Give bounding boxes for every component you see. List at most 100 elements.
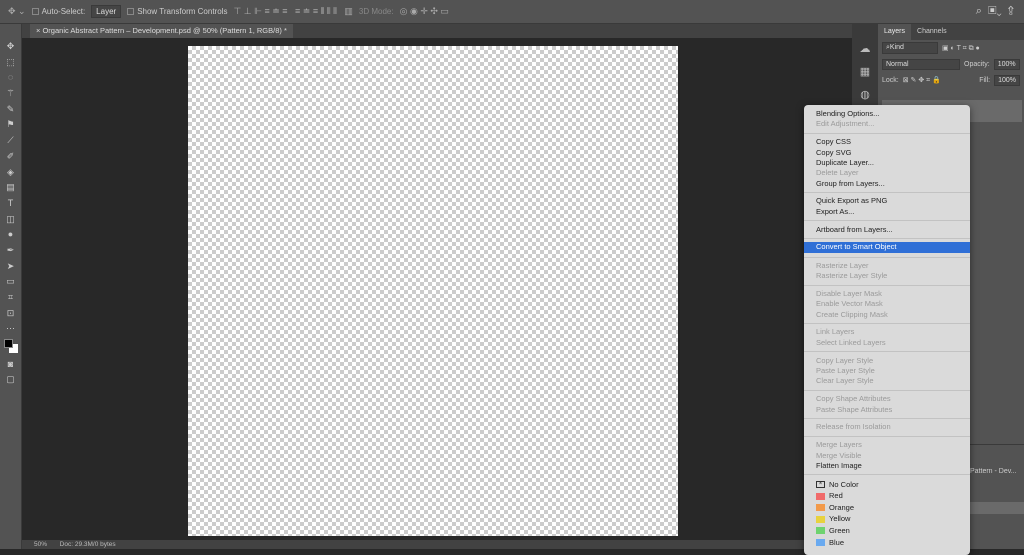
menu-item-copy-css[interactable]: Copy CSS (804, 137, 970, 147)
crop-icon[interactable]: ⌗ (8, 291, 13, 303)
menu-item-enable-vector-mask: Enable Vector Mask (816, 299, 883, 309)
magic-wand-icon[interactable]: ⚚ (6, 87, 14, 99)
menu-item-export-as[interactable]: Export As... (804, 207, 970, 217)
document-tab[interactable]: × Organic Abstract Pattern – Development… (30, 24, 293, 38)
menu-item-clear-layer-style: Clear Layer Style (816, 376, 874, 386)
share-icon[interactable]: ⇪ (1008, 5, 1014, 17)
type-icon[interactable]: T (8, 197, 14, 209)
show-transform-checkbox[interactable]: Show Transform Controls (127, 7, 227, 16)
menu-item-merge-visible: Merge Visible (816, 450, 862, 460)
shape-icon[interactable]: ▭ (6, 275, 15, 287)
transform-label: Show Transform Controls (137, 7, 228, 16)
fill-field[interactable]: 100% (994, 74, 1020, 86)
swatches-icon[interactable]: ▦ (860, 65, 870, 78)
menu-color-green[interactable]: Green (804, 525, 970, 537)
menu-separator (804, 390, 970, 391)
path-select-icon[interactable]: ➤ (7, 260, 15, 272)
menu-separator (804, 474, 970, 476)
bucket-icon[interactable]: ◈ (7, 166, 14, 178)
screen-mode-icon[interactable]: ▢ (6, 373, 15, 385)
color-label: Red (829, 491, 843, 501)
color-label: Yellow (829, 514, 851, 524)
menu-separator (804, 351, 970, 353)
menu-item-rasterize-layer: Rasterize Layer (816, 260, 869, 270)
search-icon[interactable]: ⌕ (976, 5, 982, 17)
status-bar: 50% Doc: 29.3M/0 bytes (22, 540, 852, 549)
color-swatch-icon (816, 527, 825, 535)
gradient-icon[interactable]: ▤ (6, 181, 15, 193)
color-label: No Color (829, 479, 859, 489)
eyedropper-icon[interactable]: ⟋ (7, 134, 13, 146)
top-right-icons[interactable]: ⌕ ▣⌄ ⇪ (976, 5, 1014, 18)
workspace-icon[interactable]: ▣⌄ (988, 5, 1002, 17)
menu-item-copy-svg[interactable]: Copy SVG (804, 148, 970, 158)
document-title: Organic Abstract Pattern – Development.p… (42, 26, 287, 35)
more-tools-icon[interactable]: ⋯ (6, 322, 15, 334)
menu-item-release-from-isolation: Release from Isolation (816, 422, 891, 432)
menu-item-group-from-layers[interactable]: Group from Layers... (804, 179, 970, 189)
frame-icon[interactable]: ⊡ (7, 307, 15, 319)
blur-icon[interactable]: ● (8, 228, 13, 240)
menu-separator (804, 220, 970, 222)
transparent-canvas[interactable] (188, 46, 678, 536)
menu-color-yellow[interactable]: Yellow (804, 513, 970, 525)
move-icon[interactable]: ✥ (7, 40, 15, 52)
canvas-area (22, 38, 852, 540)
opacity-field[interactable]: 100% (993, 58, 1020, 70)
color-swatch-icon (816, 504, 825, 512)
menu-separator (804, 132, 970, 134)
menu-item-convert-to-smart-object[interactable]: Convert to Smart Object (804, 242, 970, 254)
eraser-icon[interactable]: ◫ (6, 213, 15, 225)
menu-item-quick-export-as-png[interactable]: Quick Export as PNG (804, 196, 970, 206)
menu-separator (804, 238, 970, 240)
menu-color-red[interactable]: Red (804, 490, 970, 502)
tab-channels[interactable]: Channels (911, 24, 953, 40)
menu-separator (804, 284, 970, 286)
menu-item-blending-options[interactable]: Blending Options... (804, 109, 970, 119)
menu-item-duplicate-layer[interactable]: Duplicate Layer... (804, 158, 970, 168)
stamp-icon[interactable]: ⚑ (6, 118, 14, 130)
menu-item-delete-layer: Delete Layer (816, 168, 859, 178)
color-label: Orange (829, 502, 855, 512)
doc-size: Doc: 29.3M/0 bytes (59, 541, 116, 548)
marquee-icon[interactable]: ⬚ (6, 56, 15, 68)
patterns-icon[interactable]: ◍ (860, 88, 870, 101)
zoom-level[interactable]: 50% (34, 541, 47, 548)
document-tab-bar: × Organic Abstract Pattern – Development… (22, 24, 852, 38)
menu-item-paste-shape-attributes: Paste Shape Attributes (816, 404, 893, 414)
menu-separator (804, 323, 970, 325)
opacity-label: Opacity: (964, 60, 990, 68)
menu-color-orange[interactable]: Orange (804, 502, 970, 514)
brush-icon[interactable]: ✐ (7, 150, 15, 162)
color-swatch-icon (816, 538, 825, 546)
auto-select-dropdown[interactable]: Layer (91, 5, 122, 18)
libraries-icon[interactable]: ☁ (860, 42, 871, 55)
menu-item-edit-adjustment: Edit Adjustment... (816, 119, 875, 129)
menu-item-link-layers: Link Layers (816, 327, 855, 337)
menu-separator (804, 435, 970, 437)
filter-kind-dropdown[interactable]: ⌕Kind (882, 42, 938, 54)
selected-row[interactable] (968, 502, 1024, 514)
3d-tools-icons[interactable]: ◎ ◉ ✛ ✣ ▭ (400, 6, 449, 17)
lasso-icon[interactable]: ◌ (8, 71, 13, 83)
blend-mode-dropdown[interactable]: Normal (882, 58, 960, 70)
menu-color-blue[interactable]: Blue (804, 537, 970, 549)
menu-item-flatten-image[interactable]: Flatten Image (804, 461, 970, 471)
tab-layers[interactable]: Layers (878, 24, 912, 40)
healing-icon[interactable]: ✎ (7, 103, 15, 115)
align-icons[interactable]: ⊤ ⊥ ⊩ ≡ ≐ ≡ ≡ ≐ ≡ ⫴ ⫴ ⫴ ▥ (233, 6, 352, 17)
filter-icons[interactable]: ▣ ◐ T ⌗ ⧉ ● (942, 44, 980, 53)
menu-item-copy-shape-attributes: Copy Shape Attributes (816, 394, 891, 404)
menu-color-no-color[interactable]: × No Color (804, 479, 970, 491)
tools-panel: ✥ ⬚ ◌ ⚚ ✎ ⚑ ⟋ ✐ ◈ ▤ T ◫ ● ✒ ➤ ▭ ⌗ ⊡ ⋯ ◙ ▢ (0, 24, 22, 549)
lock-icons[interactable]: ⊠ ✎ ✥ ⌗ 🔒 (903, 76, 941, 85)
menu-item-paste-layer-style: Paste Layer Style (816, 366, 875, 376)
auto-select-checkbox[interactable]: Auto-Select: (31, 7, 85, 16)
fill-label: Fill: (979, 76, 991, 84)
move-tool-icon[interactable]: ✥ ⌄ (8, 6, 26, 17)
menu-separator (804, 192, 970, 194)
quick-mask-icon[interactable]: ◙ (8, 358, 13, 370)
menu-item-artboard-from-layers[interactable]: Artboard from Layers... (804, 225, 970, 235)
pen-icon[interactable]: ✒ (7, 244, 15, 256)
color-swatches-icon[interactable] (3, 338, 19, 354)
